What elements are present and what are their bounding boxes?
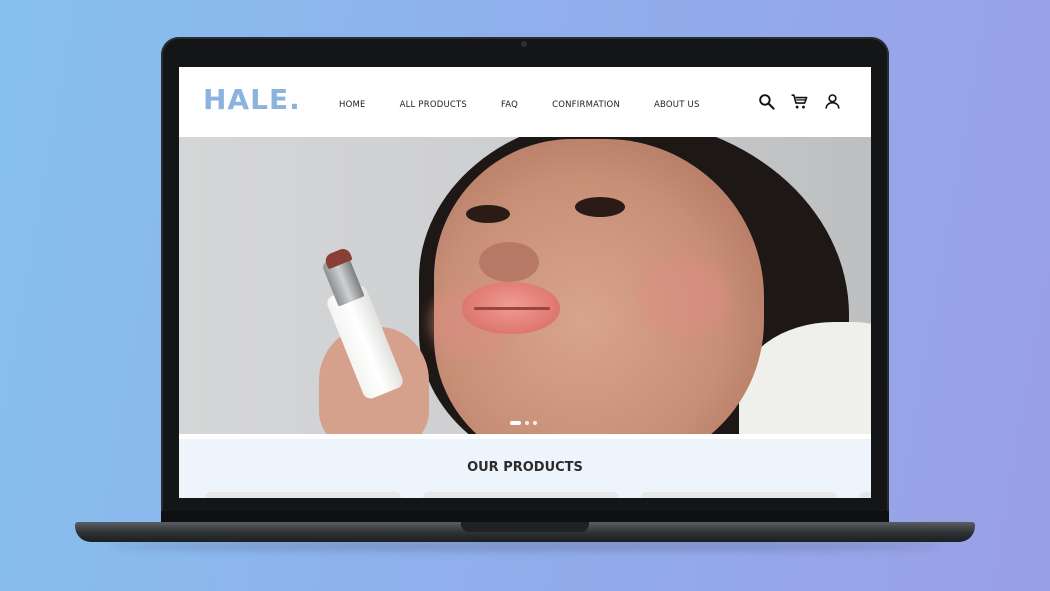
carousel-dot-2[interactable] bbox=[525, 421, 529, 425]
hero-banner bbox=[179, 137, 871, 434]
nav-item-confirmation[interactable]: CONFIRMATION bbox=[552, 100, 620, 110]
webcam bbox=[521, 41, 527, 47]
product-card[interactable] bbox=[641, 492, 837, 498]
hero-photo-nose bbox=[479, 242, 539, 282]
laptop-screen: HALE. HOME ALL PRODUCTS FAQ CONFIRMATION… bbox=[179, 67, 871, 498]
carousel-dot-3[interactable] bbox=[533, 421, 537, 425]
search-icon[interactable] bbox=[757, 92, 776, 111]
account-icon[interactable] bbox=[823, 92, 842, 111]
product-card[interactable] bbox=[423, 492, 619, 498]
cart-icon[interactable] bbox=[790, 92, 809, 111]
products-section: OUR PRODUCTS bbox=[179, 439, 871, 498]
hero-photo-cheek bbox=[639, 257, 729, 337]
carousel-indicators bbox=[510, 421, 537, 425]
header-actions bbox=[757, 92, 842, 111]
nav-item-home[interactable]: HOME bbox=[339, 100, 366, 110]
laptop-shadow bbox=[110, 541, 940, 551]
nav-item-faq[interactable]: FAQ bbox=[501, 100, 518, 110]
nav-item-all-products[interactable]: ALL PRODUCTS bbox=[400, 100, 467, 110]
hero-photo-eye bbox=[575, 197, 625, 217]
product-card[interactable] bbox=[859, 492, 871, 498]
brand-logo[interactable]: HALE. bbox=[203, 83, 301, 116]
main-nav: HOME ALL PRODUCTS FAQ CONFIRMATION ABOUT… bbox=[339, 100, 734, 110]
laptop-notch bbox=[461, 522, 589, 532]
product-card[interactable] bbox=[205, 492, 401, 498]
hero-photo-mouth bbox=[474, 307, 550, 310]
nav-item-about-us[interactable]: ABOUT US bbox=[654, 100, 700, 110]
site-header: HALE. HOME ALL PRODUCTS FAQ CONFIRMATION… bbox=[179, 67, 871, 137]
hero-photo-eye bbox=[466, 205, 510, 223]
products-title: OUR PRODUCTS bbox=[467, 460, 583, 475]
carousel-dot-1[interactable] bbox=[510, 421, 521, 425]
